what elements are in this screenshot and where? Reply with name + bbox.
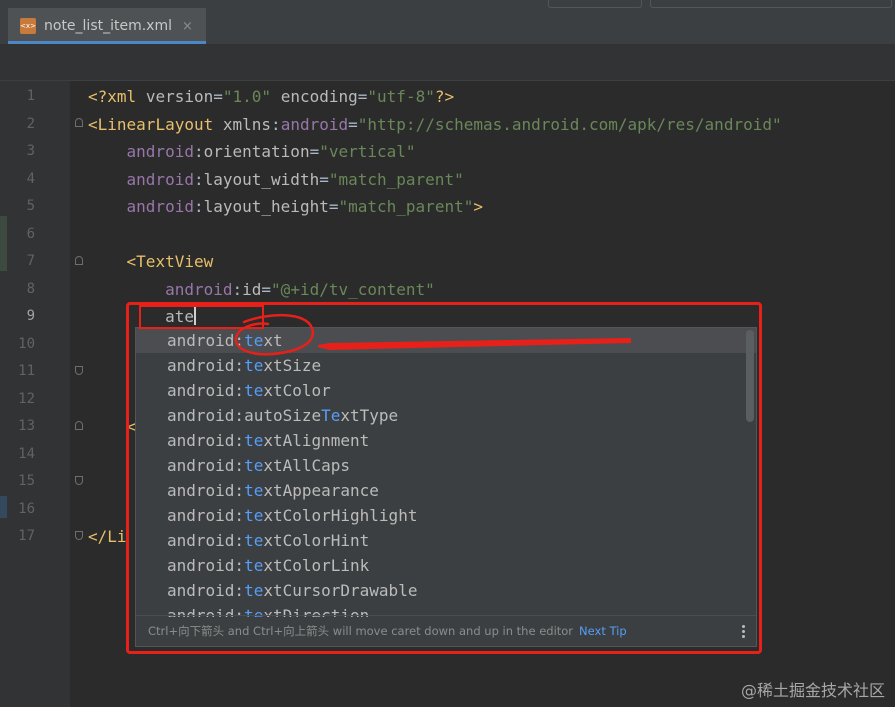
fold-marker[interactable] bbox=[75, 421, 83, 430]
line-number: 17 bbox=[18, 528, 35, 544]
completion-item[interactable]: android:textAllCaps bbox=[136, 453, 756, 478]
completion-item[interactable]: android:textColorHighlight bbox=[136, 503, 756, 528]
fold-marker[interactable] bbox=[75, 531, 83, 540]
line-number: 11 bbox=[18, 363, 35, 379]
code-line-3: android:orientation="vertical" bbox=[126, 142, 416, 161]
code-line-17: </Li bbox=[88, 527, 127, 546]
line-number: 3 bbox=[26, 143, 35, 159]
line-number: 16 bbox=[18, 500, 35, 517]
run-config-dropdown[interactable] bbox=[548, 0, 642, 8]
line-number: 5 bbox=[26, 198, 35, 214]
completion-scrollbar[interactable] bbox=[746, 330, 754, 422]
line-number: 2 bbox=[26, 115, 35, 132]
code-line-4: android:layout_width="match_parent" bbox=[126, 169, 464, 189]
fold-marker[interactable] bbox=[75, 476, 83, 485]
completion-item[interactable]: android:textColorLink bbox=[136, 553, 756, 578]
tab-label: note_list_item.xml bbox=[44, 18, 172, 34]
xml-file-icon: <x> bbox=[20, 18, 36, 34]
tab-note-list-item-xml[interactable]: <x> note_list_item.xml × bbox=[8, 8, 206, 44]
completion-item[interactable]: android:text bbox=[136, 328, 756, 353]
completion-item[interactable]: android:textColorHint bbox=[136, 528, 756, 553]
next-tip-link[interactable]: Next Tip bbox=[579, 624, 627, 638]
code-line-13: < bbox=[126, 417, 137, 436]
code-line-1: <?xml version="1.0" encoding="utf-8"?> bbox=[88, 87, 455, 106]
more-options-icon[interactable] bbox=[742, 623, 746, 640]
close-tab-icon[interactable]: × bbox=[182, 19, 193, 34]
completion-item[interactable]: android:textCursorDrawable bbox=[136, 578, 756, 603]
completion-item[interactable]: android:textAppearance bbox=[136, 478, 756, 503]
completion-hint: Ctrl+向下箭头 and Ctrl+向上箭头 will move caret … bbox=[148, 624, 574, 638]
completion-item[interactable]: android:textColor bbox=[136, 378, 756, 403]
line-number: 1 bbox=[26, 88, 35, 104]
completion-list[interactable]: android:text android:textSize android:text… bbox=[136, 328, 756, 617]
top-toolbar-strip bbox=[0, 0, 895, 8]
line-number: 4 bbox=[26, 170, 35, 187]
breadcrumb-bar bbox=[0, 45, 895, 81]
code-line-5: android:layout_height="match_parent"> bbox=[126, 197, 483, 216]
line-number: 15 bbox=[18, 473, 35, 489]
fold-marker[interactable] bbox=[75, 256, 83, 265]
code-line-7: <TextView bbox=[126, 252, 214, 271]
editor-tab-bar: <x> note_list_item.xml × bbox=[0, 8, 895, 45]
device-dropdown[interactable] bbox=[650, 0, 892, 8]
text-caret bbox=[193, 307, 196, 325]
line-number: 10 bbox=[18, 335, 35, 352]
line-number: 12 bbox=[18, 390, 35, 407]
fold-marker[interactable] bbox=[75, 366, 83, 375]
completion-item[interactable]: android:autoSizeTextType bbox=[136, 403, 756, 428]
line-number: 6 bbox=[26, 225, 35, 242]
completion-footer: Ctrl+向下箭头 and Ctrl+向上箭头 will move caret … bbox=[136, 615, 756, 646]
line-number: 13 bbox=[18, 418, 35, 434]
code-line-2: <LinearLayout xmlns:android="http://sche… bbox=[88, 114, 782, 134]
completion-item[interactable]: android:textAlignment bbox=[136, 428, 756, 453]
completion-item[interactable]: android:textSize bbox=[136, 353, 756, 378]
line-number: 7 bbox=[26, 253, 35, 269]
line-number: 8 bbox=[26, 280, 35, 297]
line-number: 14 bbox=[18, 445, 35, 462]
code-completion-popup[interactable]: android:text android:textSize android:text… bbox=[135, 327, 757, 647]
fold-marker[interactable] bbox=[75, 118, 83, 127]
typed-text: ate bbox=[165, 307, 194, 326]
code-line-8: android:id="@+id/tv_content" bbox=[165, 279, 435, 299]
line-number: 9 bbox=[26, 308, 35, 324]
watermark: @稀土掘金技术社区 bbox=[740, 681, 885, 700]
